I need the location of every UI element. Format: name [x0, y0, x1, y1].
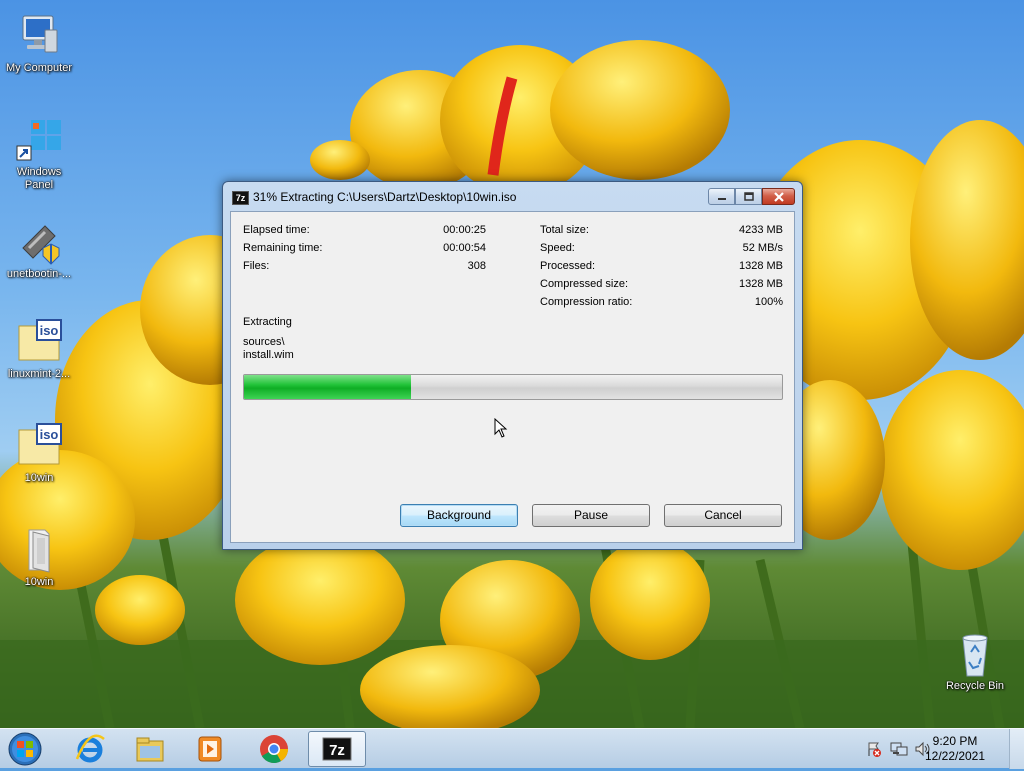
window-client-area: Elapsed time: 00:00:25 Remaining time: 0… — [230, 211, 795, 543]
taskbar: 7z 9:20 PM 12/22/2021 — [0, 728, 1024, 769]
file-explorer-icon — [136, 737, 164, 762]
svg-text:iso: iso — [40, 427, 59, 442]
desktop-icon-label: 10win — [24, 576, 54, 588]
maximize-icon — [743, 192, 754, 201]
pause-button[interactable]: Pause — [532, 504, 650, 527]
folder-icon — [15, 526, 63, 574]
desktop-icon-10win-iso[interactable]: iso 10win — [0, 422, 78, 485]
windows-panel-shortcut-icon — [15, 116, 63, 164]
tray-network-icon[interactable] — [890, 741, 908, 760]
start-orb-icon — [8, 732, 42, 766]
desktop-icon-unetbootin[interactable]: unetbootin-... — [0, 218, 78, 281]
cancel-button[interactable]: Cancel — [664, 504, 782, 527]
desktop-icon-my-computer[interactable]: My Computer — [0, 12, 78, 75]
window-titlebar[interactable]: 7z 31% Extracting C:\Users\Dartz\Desktop… — [223, 182, 802, 212]
files-label: Files: — [243, 260, 270, 272]
speed-value: 52 MB/s — [742, 242, 783, 254]
files-value: 308 — [467, 260, 486, 272]
svg-text:7z: 7z — [329, 742, 345, 759]
clock-time: 9:20 PM — [932, 734, 978, 748]
close-icon — [773, 191, 784, 202]
7zip-app-icon[interactable]: 7z — [232, 191, 249, 205]
taskbar-media-player[interactable] — [184, 731, 236, 767]
start-button[interactable] — [5, 730, 45, 768]
progress-bar-fill — [244, 375, 411, 399]
desktop-icon-label: Windows Panel — [16, 166, 62, 191]
compressed-size-label: Compressed size: — [540, 278, 629, 290]
minimize-button[interactable] — [708, 188, 735, 205]
taskbar-clock[interactable]: 9:20 PM 12/22/2021 — [920, 734, 990, 764]
close-button[interactable] — [762, 188, 795, 205]
unetbootin-icon — [15, 218, 63, 266]
total-size-label: Total size: — [540, 224, 589, 236]
processed-label: Processed: — [540, 260, 596, 272]
operation-status-label: Extracting — [243, 316, 292, 328]
extract-progress-window[interactable]: 7z 31% Extracting C:\Users\Dartz\Desktop… — [222, 181, 803, 550]
remaining-time-value: 00:00:54 — [443, 242, 486, 254]
current-path: sources\ — [243, 336, 285, 348]
desktop-icon-recycle-bin[interactable]: Recycle Bin — [936, 630, 1014, 693]
show-desktop-button[interactable] — [1009, 729, 1024, 769]
background-button[interactable]: Background — [400, 504, 518, 527]
extraction-progress-bar — [243, 374, 783, 400]
desktop-icon-windows-panel[interactable]: Windows Panel — [0, 116, 78, 192]
computer-icon — [15, 12, 63, 60]
clock-date: 12/22/2021 — [924, 749, 986, 763]
internet-explorer-icon — [75, 734, 105, 763]
current-file: install.wim — [243, 349, 294, 361]
chrome-icon — [260, 735, 288, 763]
desktop-icon-linuxmint-iso[interactable]: iso linuxmint-2... — [0, 318, 78, 381]
iso-file-icon: iso — [15, 318, 63, 366]
iso-file-icon: iso — [15, 422, 63, 470]
desktop-icon-label: unetbootin-... — [6, 268, 72, 280]
desktop-icon-label: 10win — [24, 472, 54, 484]
desktop-icon-label: My Computer — [5, 62, 73, 74]
taskbar-chrome[interactable] — [248, 731, 300, 767]
caption-buttons — [708, 188, 795, 206]
desktop-icon-10win-folder[interactable]: 10win — [0, 526, 78, 589]
compression-ratio-value: 100% — [754, 296, 783, 308]
media-player-icon — [198, 736, 222, 762]
maximize-button[interactable] — [735, 188, 762, 205]
desktop-icon-label: linuxmint-2... — [7, 368, 71, 380]
remaining-time-label: Remaining time: — [243, 242, 323, 254]
desktop-icon-label: Recycle Bin — [945, 680, 1005, 692]
tray-action-center-icon[interactable] — [866, 741, 882, 760]
elapsed-time-value: 00:00:25 — [443, 224, 486, 236]
recycle-bin-icon — [951, 630, 999, 678]
compression-ratio-label: Compression ratio: — [540, 296, 633, 308]
total-size-value: 4233 MB — [738, 224, 783, 236]
7zip-icon: 7z — [322, 737, 352, 761]
taskbar-internet-explorer[interactable] — [64, 731, 116, 767]
speed-label: Speed: — [540, 242, 575, 254]
taskbar-7zip[interactable]: 7z — [308, 731, 366, 767]
minimize-icon — [717, 197, 726, 200]
processed-value: 1328 MB — [738, 260, 783, 272]
window-title: 31% Extracting C:\Users\Dartz\Desktop\10… — [253, 190, 517, 204]
compressed-size-value: 1328 MB — [738, 278, 783, 290]
svg-text:iso: iso — [40, 323, 59, 338]
elapsed-time-label: Elapsed time: — [243, 224, 310, 236]
mouse-cursor-icon — [494, 417, 508, 441]
taskbar-file-explorer[interactable] — [124, 731, 176, 767]
